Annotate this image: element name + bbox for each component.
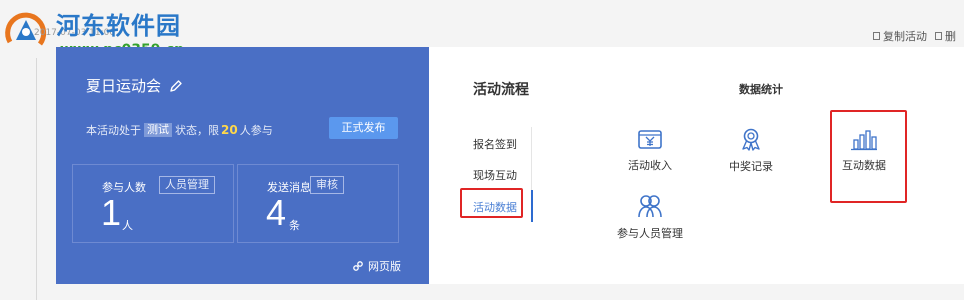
- messages-stat-box: 发送消息 审核 4 条: [237, 164, 399, 243]
- copy-icon: [873, 32, 880, 40]
- tile-activity-income-label: 活动收入: [628, 159, 672, 172]
- participants-stat-box: 参与人数 人员管理 1 人: [72, 164, 234, 243]
- participant-limit: 20: [221, 123, 238, 137]
- event-title-row: 夏日运动会: [86, 75, 183, 96]
- event-flow-panel: 活动流程 数据统计 报名签到 现场互动 活动数据 活动收入 中奖记录 互动数据: [429, 47, 964, 284]
- status-test-badge: 测试: [144, 123, 172, 137]
- flow-nav-signup[interactable]: 报名签到: [473, 136, 517, 152]
- tile-activity-income[interactable]: 活动收入: [605, 127, 695, 173]
- link-icon: [353, 261, 363, 271]
- copy-event-label: 复制活动: [883, 30, 927, 43]
- web-version-label: 网页版: [368, 260, 401, 273]
- event-status-line: 本活动处于 测试 状态，限 20 人参与: [86, 122, 273, 138]
- flow-nav-active-indicator: [531, 190, 533, 222]
- status-middle: 状态，限: [175, 124, 219, 137]
- left-divider: [36, 58, 37, 300]
- web-version-link[interactable]: 网页版: [353, 258, 401, 274]
- trash-icon: [935, 32, 942, 40]
- event-summary-card: 夏日运动会 本活动处于 测试 状态，限 20 人参与 正式发布 参与人数 人员管…: [56, 47, 429, 284]
- status-suffix: 人参与: [239, 124, 273, 137]
- messages-count: 4: [266, 192, 287, 233]
- highlight-box-activity-data: [460, 188, 523, 218]
- data-stats-title: 数据统计: [739, 83, 783, 96]
- publish-button[interactable]: 正式发布: [329, 117, 398, 139]
- copy-event-button[interactable]: 复制活动: [873, 28, 927, 44]
- participants-unit: 人: [122, 219, 133, 232]
- highlight-box-interaction-data: [830, 110, 907, 203]
- tile-participant-management[interactable]: 参与人员管理: [605, 193, 695, 241]
- messages-unit: 条: [289, 219, 300, 232]
- tile-participant-management-label: 参与人员管理: [617, 227, 683, 240]
- event-title: 夏日运动会: [86, 77, 162, 95]
- flow-nav-live-interaction[interactable]: 现场互动: [473, 167, 517, 183]
- tile-prize-records[interactable]: 中奖记录: [706, 126, 796, 174]
- delete-event-button[interactable]: 删: [935, 28, 956, 44]
- top-actions: 复制活动 删: [873, 28, 964, 44]
- status-prefix: 本活动处于: [86, 124, 141, 137]
- participants-count: 1: [101, 192, 122, 233]
- edit-pencil-icon[interactable]: [169, 79, 183, 93]
- tile-prize-records-label: 中奖记录: [729, 160, 773, 173]
- yen-wallet-icon: [638, 130, 662, 149]
- award-icon: [742, 128, 760, 151]
- flow-title: 活动流程: [473, 82, 529, 98]
- people-management-button[interactable]: 人员管理: [159, 176, 215, 194]
- site-name: 河东软件园: [56, 12, 181, 40]
- review-button[interactable]: 审核: [310, 176, 344, 194]
- people-icon: [638, 195, 662, 218]
- delete-event-label: 删: [945, 30, 956, 43]
